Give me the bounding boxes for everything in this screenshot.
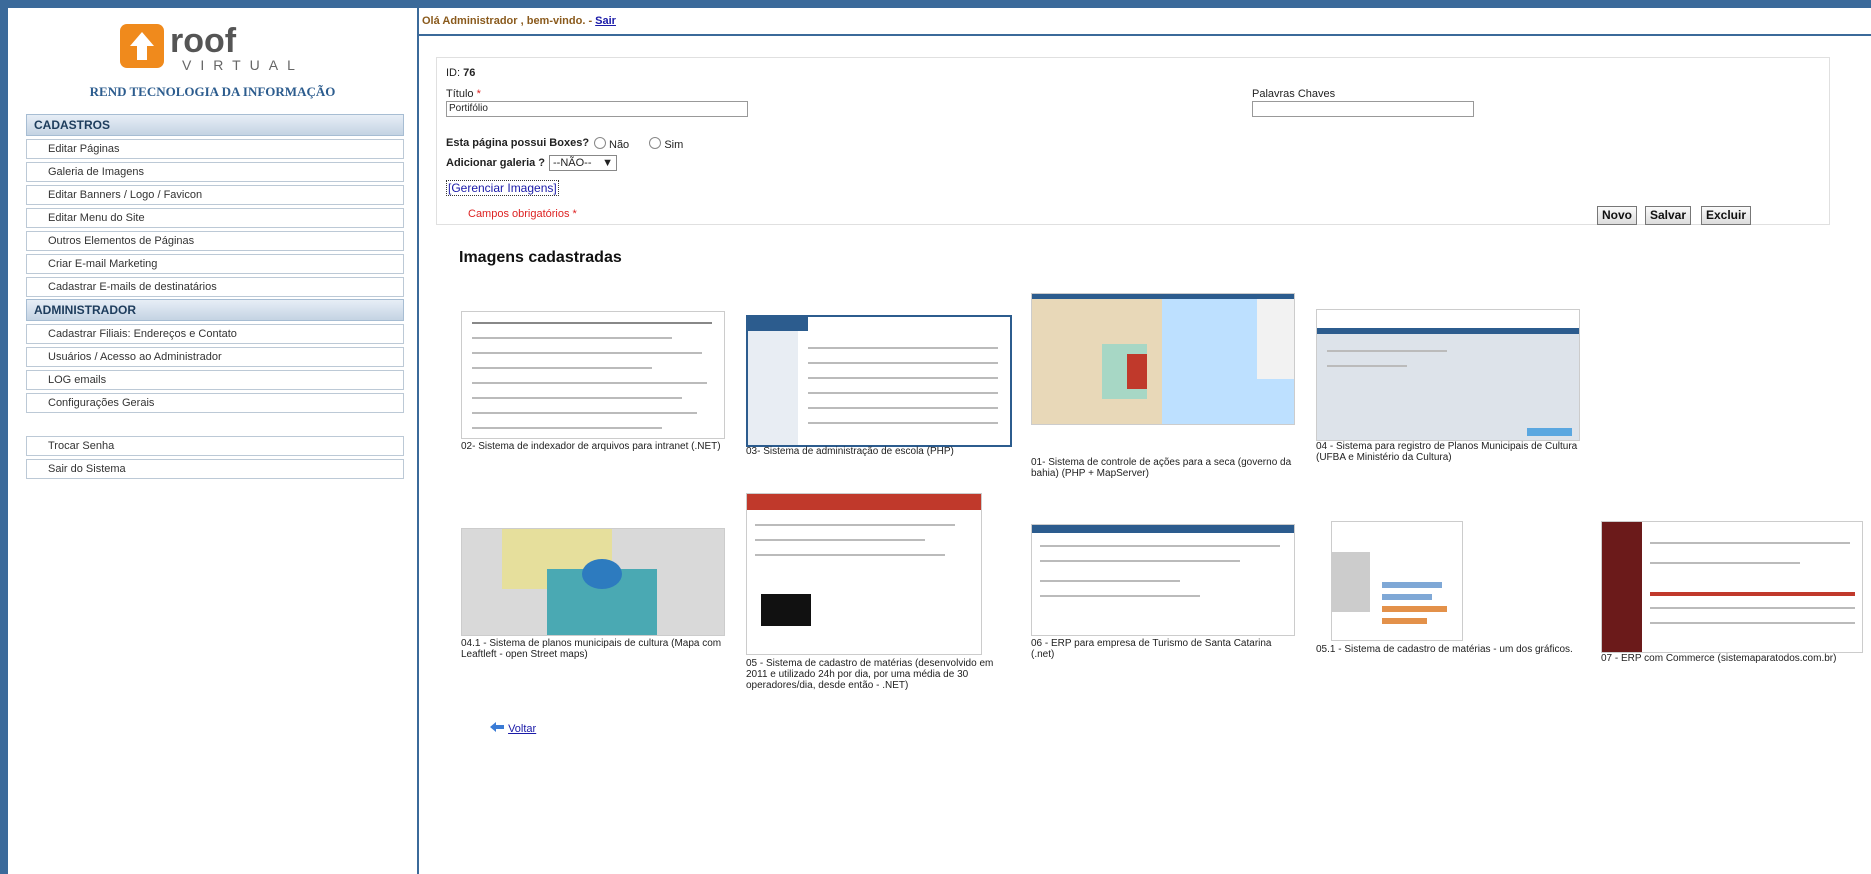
keywords-label: Palavras Chaves bbox=[1252, 88, 1336, 100]
titulo-label: Título bbox=[446, 88, 474, 100]
thumbnail-caption: 05.1 - Sistema de cadastro de matérias -… bbox=[1316, 644, 1573, 655]
menu-item-emails-destinatarios[interactable]: Cadastrar E-mails de destinatários bbox=[26, 277, 404, 297]
voltar-label: Voltar bbox=[508, 723, 537, 735]
gallery-title: Imagens cadastradas bbox=[459, 249, 622, 266]
thumbnail-caption: 02- Sistema de indexador de arquivos par… bbox=[461, 441, 721, 452]
radio-sim-label: Sim bbox=[664, 139, 684, 151]
svg-text:VIRTUAL: VIRTUAL bbox=[182, 57, 304, 73]
titulo-label-wrap: Título * bbox=[446, 88, 481, 100]
menu-item-editar-paginas[interactable]: Editar Páginas bbox=[26, 139, 404, 159]
top-bar: Olá Administrador , bem-vindo. - Sair bbox=[419, 8, 1871, 36]
logout-link[interactable]: Sair bbox=[595, 15, 616, 27]
thumbnail-caption: 03- Sistema de administração de escola (… bbox=[746, 446, 954, 457]
radio-nao[interactable] bbox=[594, 137, 606, 149]
boxes-question: Esta página possui Boxes? bbox=[446, 137, 590, 149]
thumbnail-caption: 04.1 - Sistema de planos municipais de c… bbox=[461, 638, 722, 660]
required-note: Campos obrigatórios * bbox=[468, 208, 577, 220]
thumbnail-image[interactable] bbox=[1601, 521, 1863, 653]
radio-nao-label: Não bbox=[609, 139, 630, 151]
back-arrow-icon bbox=[490, 722, 504, 732]
menu-admin-title: ADMINISTRADOR bbox=[26, 299, 404, 321]
id-field: ID: 76 bbox=[446, 67, 475, 79]
thumbnail-caption: 04 - Sistema para registro de Planos Mun… bbox=[1316, 441, 1578, 463]
menu-item-outros-elementos[interactable]: Outros Elementos de Páginas bbox=[26, 231, 404, 251]
salvar-button[interactable]: Salvar bbox=[1645, 206, 1692, 225]
greeting-text: Olá Administrador , bem-vindo. - bbox=[422, 15, 596, 27]
excluir-button[interactable]: Excluir bbox=[1701, 206, 1752, 225]
menu-administrador: ADMINISTRADOR Cadastrar Filiais: Endereç… bbox=[26, 299, 404, 413]
greeting: Olá Administrador , bem-vindo. - Sair bbox=[422, 15, 616, 27]
menu-item-usuarios[interactable]: Usuários / Acesso ao Administrador bbox=[26, 347, 404, 367]
dropdown-arrow-icon: ▼ bbox=[602, 157, 613, 169]
thumbnail-caption: 07 - ERP com Commerce (sistemaparatodos.… bbox=[1601, 653, 1837, 664]
novo-button[interactable]: Novo bbox=[1597, 206, 1637, 225]
thumbnail-image[interactable] bbox=[1316, 309, 1580, 441]
radio-sim[interactable] bbox=[649, 137, 662, 149]
gerenciar-imagens-link[interactable]: [Gerenciar Imagens] bbox=[446, 180, 559, 196]
id-label: ID: bbox=[446, 67, 461, 79]
menu-item-sair-sistema[interactable]: Sair do Sistema bbox=[26, 459, 404, 479]
roof-virtual-logo: roof VIRTUAL bbox=[120, 22, 304, 73]
menu-item-trocar-senha[interactable]: Trocar Senha bbox=[26, 436, 404, 456]
required-mark: * bbox=[476, 88, 481, 100]
menu-item-galeria-imagens[interactable]: Galeria de Imagens bbox=[26, 162, 404, 182]
thumbnail-caption: 05 - Sistema de cadastro de matérias (de… bbox=[746, 658, 994, 691]
thumbnail-image[interactable] bbox=[461, 528, 725, 636]
menu-item-log-emails[interactable]: LOG emails bbox=[26, 370, 404, 390]
galeria-select[interactable]: --NÃO-- ▼ bbox=[549, 155, 617, 171]
menu-cadastros-title: CADASTROS bbox=[26, 114, 404, 136]
menu-item-configuracoes[interactable]: Configurações Gerais bbox=[26, 393, 404, 413]
id-value: 76 bbox=[463, 67, 476, 79]
page-form: ID: 76 Título * Portifólio Palavras Chav… bbox=[436, 57, 1830, 225]
thumbnail-caption: 06 - ERP para empresa de Turismo de Sant… bbox=[1031, 638, 1272, 660]
menu-item-filiais[interactable]: Cadastrar Filiais: Endereços e Contato bbox=[26, 324, 404, 344]
thumbnail-caption: 01- Sistema de controle de ações para a … bbox=[1031, 457, 1292, 479]
menu-item-email-marketing[interactable]: Criar E-mail Marketing bbox=[26, 254, 404, 274]
thumbnail-image[interactable] bbox=[461, 311, 725, 439]
thumbnail-image[interactable] bbox=[746, 315, 1012, 447]
thumbnail-image[interactable] bbox=[1031, 524, 1295, 636]
company-name: REND TECNOLOGIA DA INFORMAÇÃO bbox=[89, 84, 336, 99]
menu-item-editar-banners[interactable]: Editar Banners / Logo / Favicon bbox=[26, 185, 404, 205]
boxes-options: Não Sim bbox=[590, 137, 683, 151]
sidebar: roof VIRTUAL REND TECNOLOGIA DA INFORMAÇ… bbox=[8, 8, 419, 874]
menu-item-editar-menu[interactable]: Editar Menu do Site bbox=[26, 208, 404, 228]
svg-text:roof: roof bbox=[170, 22, 237, 60]
voltar-link[interactable]: Voltar bbox=[489, 721, 536, 735]
galeria-select-value: --NÃO-- bbox=[553, 157, 592, 169]
main-content: Olá Administrador , bem-vindo. - Sair ID… bbox=[419, 8, 1871, 874]
thumbnail-image[interactable] bbox=[746, 493, 982, 655]
thumbnail-image[interactable] bbox=[1031, 293, 1295, 425]
galeria-label: Adicionar galeria ? bbox=[446, 157, 546, 169]
titulo-input[interactable]: Portifólio bbox=[446, 101, 748, 117]
menu-cadastros: CADASTROS Editar Páginas Galeria de Imag… bbox=[26, 114, 404, 297]
keywords-input[interactable] bbox=[1252, 101, 1474, 117]
thumbnail-image[interactable] bbox=[1331, 521, 1463, 641]
menu-conta: Trocar Senha Sair do Sistema bbox=[26, 433, 404, 479]
